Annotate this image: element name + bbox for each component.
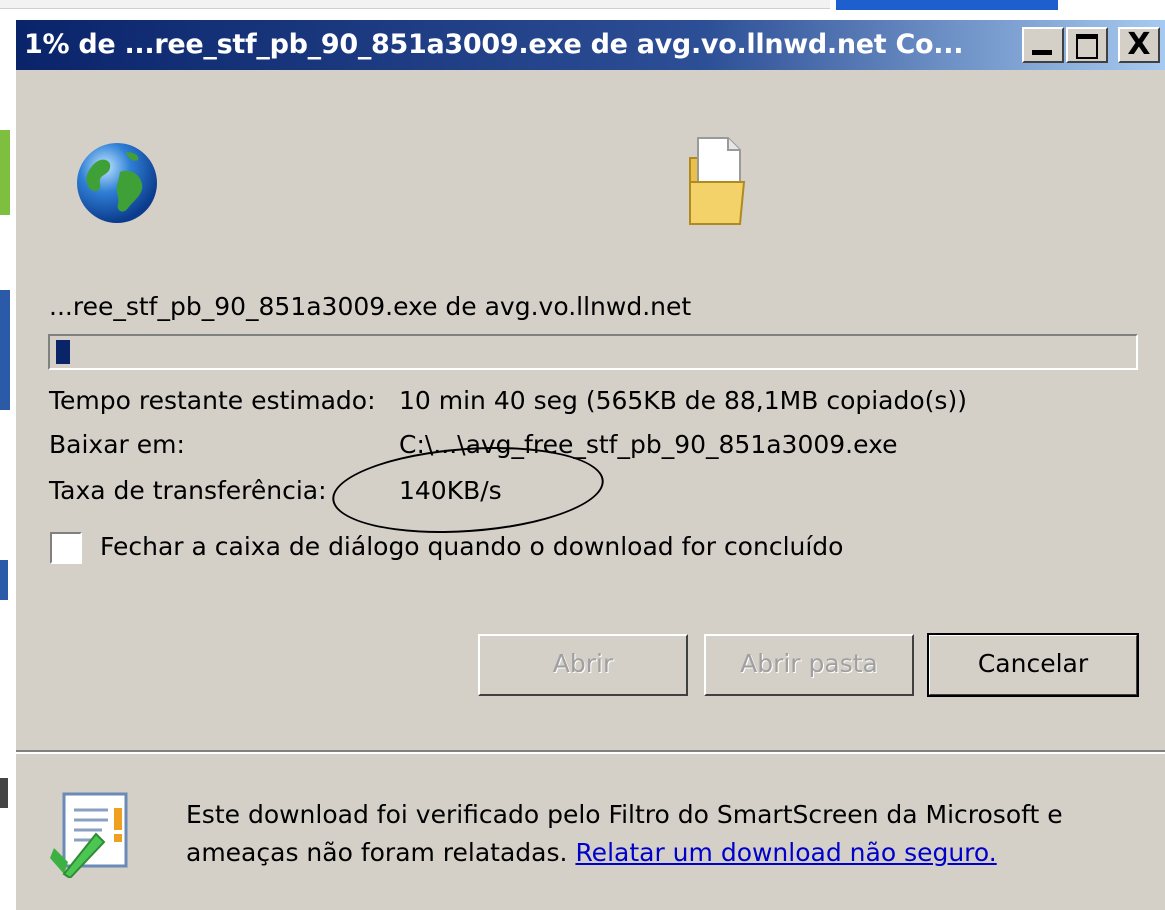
background-accent-blue	[0, 290, 10, 410]
smartscreen-message-line2: ameaças não foram relatadas. Relatar um …	[186, 838, 997, 867]
maximize-button[interactable]	[1066, 27, 1108, 63]
background-window-blue	[836, 0, 1058, 10]
background-accent-green	[0, 130, 10, 215]
report-unsafe-download-link[interactable]: Relatar um download não seguro.	[575, 838, 996, 867]
close-when-done-checkbox[interactable]	[50, 532, 82, 564]
download-progress-bar	[48, 334, 1138, 370]
globe-icon	[77, 143, 157, 223]
progress-fill	[56, 340, 70, 364]
time-remaining-label: Tempo restante estimado:	[49, 386, 376, 415]
download-source: ...ree_stf_pb_90_851a3009.exe de avg.vo.…	[49, 292, 692, 321]
file-folder-icon	[689, 137, 746, 225]
open-button[interactable]: Abrir	[478, 634, 688, 696]
window-title: 1% de ...ree_stf_pb_90_851a3009.exe de a…	[24, 29, 964, 60]
background-accent-blue-2	[0, 560, 8, 600]
background-mark	[0, 778, 8, 808]
divider	[16, 750, 1165, 754]
smartscreen-message-text: ameaças não foram relatadas.	[186, 838, 568, 867]
title-bar[interactable]: 1% de ...ree_stf_pb_90_851a3009.exe de a…	[16, 20, 1165, 70]
cancel-button[interactable]: Cancelar	[927, 633, 1139, 697]
minimize-button[interactable]	[1022, 27, 1064, 63]
background-window	[0, 0, 830, 9]
download-dialog: 1% de ...ree_stf_pb_90_851a3009.exe de a…	[14, 18, 1165, 910]
close-icon: X	[1127, 27, 1151, 62]
time-remaining-value: 10 min 40 seg (565KB de 88,1MB copiado(s…	[399, 386, 967, 415]
open-folder-button[interactable]: Abrir pasta	[704, 634, 914, 696]
close-when-done-label[interactable]: Fechar a caixa de diálogo quando o downl…	[100, 532, 843, 561]
download-to-label: Baixar em:	[49, 430, 185, 459]
hand-drawn-ellipse-annotation	[329, 438, 607, 542]
smartscreen-message-line1: Este download foi verificado pelo Filtro…	[186, 800, 1063, 829]
transfer-rate-label: Taxa de transferência:	[49, 476, 327, 505]
close-button[interactable]: X	[1118, 27, 1160, 63]
smartscreen-check-icon	[50, 792, 128, 878]
